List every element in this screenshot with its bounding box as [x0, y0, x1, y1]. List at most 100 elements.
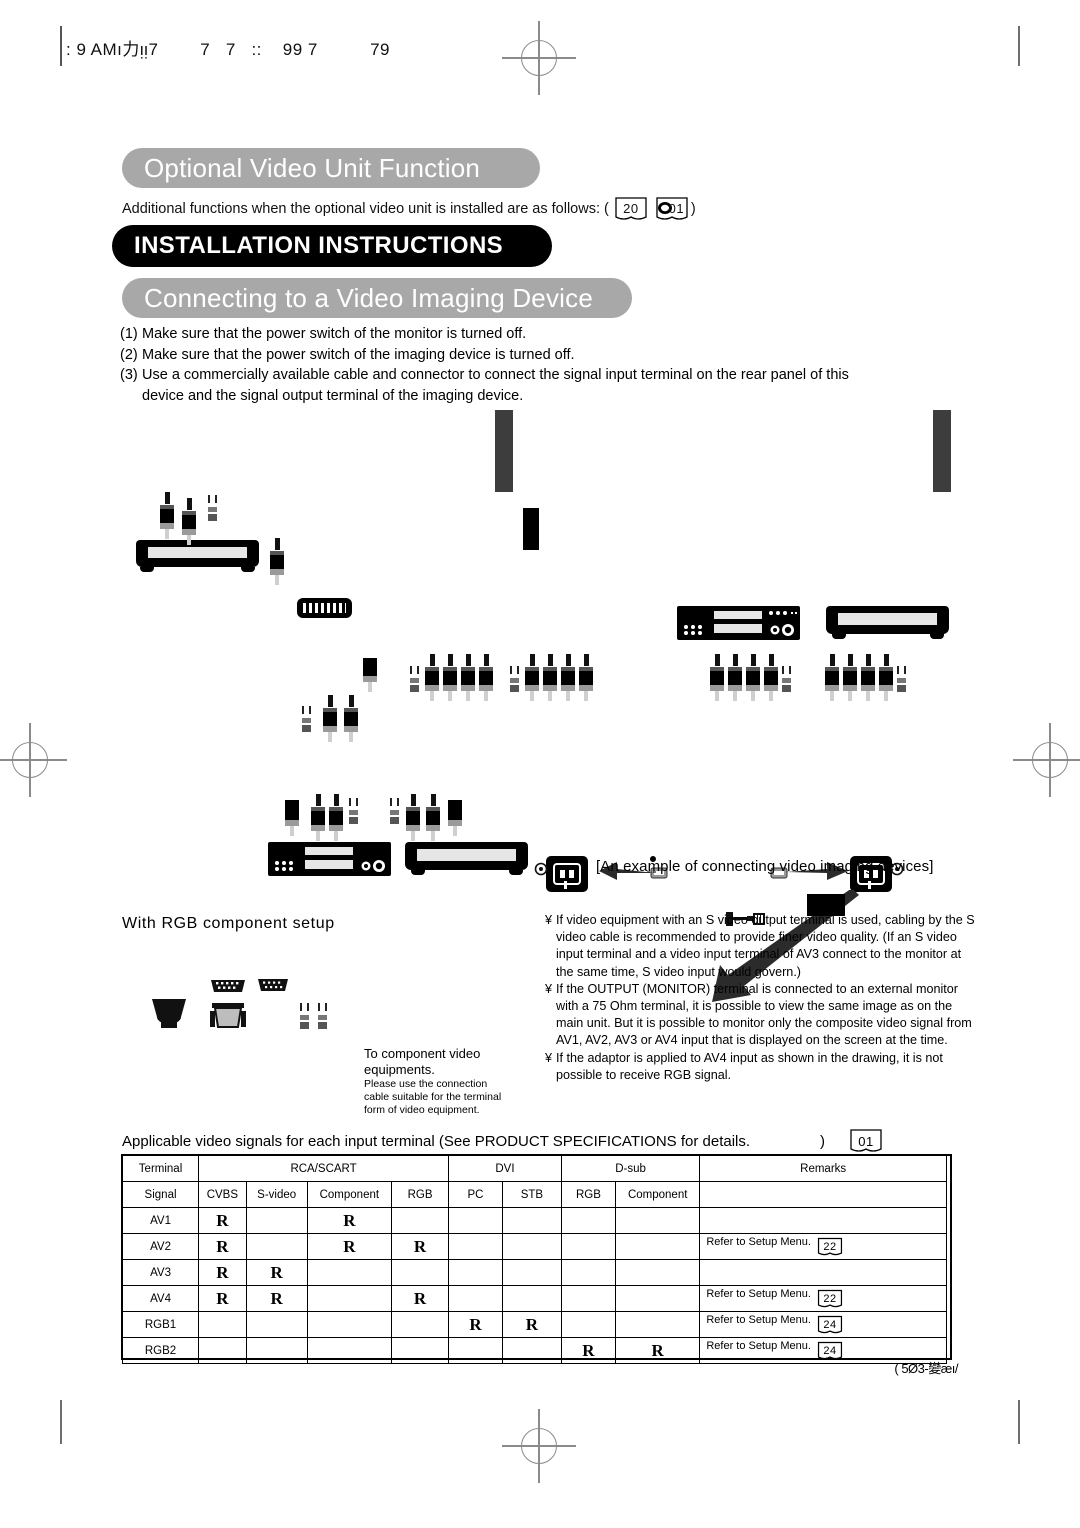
scart-jack [410, 666, 419, 692]
player-cassette-slot [417, 849, 516, 861]
th-rgb-rca: RGB [390, 1181, 450, 1208]
cell-remark: Refer to Setup Menu. 22 [699, 1233, 947, 1260]
deck-display-panel [714, 611, 762, 619]
deck-display-panel [305, 847, 353, 855]
plug-tail [328, 732, 332, 742]
rca-plug [543, 654, 557, 701]
cell-cvbs: R [198, 1285, 247, 1312]
plug-tip [829, 654, 835, 666]
rca-plug [561, 654, 575, 701]
rca-plug [311, 794, 325, 841]
cell-rgb-rca: R [390, 1285, 450, 1312]
jack-mid [410, 678, 419, 683]
s-terminal-inner [553, 863, 581, 885]
note-bullet: ¥ [545, 981, 553, 996]
cell-component-rca: R [306, 1233, 393, 1260]
plug-tail [751, 691, 755, 701]
table-row: RGB2 R R Refer to Setup Menu. 24 [121, 1337, 947, 1364]
plug-tip [333, 794, 339, 806]
table-sub-header-row: Signal CVBS S-video Component RGB PC STB… [121, 1181, 947, 1208]
cell-rgb-rca: R [390, 1233, 450, 1260]
cell-rgb-rca [390, 1259, 450, 1286]
component-note-line5: form of video equipment. [364, 1104, 480, 1117]
plug-body [426, 811, 440, 825]
cell-stb [501, 1285, 562, 1312]
rca-plug [525, 654, 539, 701]
banner-connecting-label: Connecting to a Video Imaging Device [144, 282, 593, 313]
th-pc: PC [448, 1181, 503, 1208]
plug-body [363, 658, 377, 676]
deck-knob [361, 860, 385, 872]
cell-rgb-dsub [560, 1207, 617, 1234]
d-sub-connector-icon [210, 980, 246, 1028]
rca-plug [344, 695, 358, 742]
page-ref-book-icon-2: 01 [655, 196, 689, 222]
cell-s-video [245, 1337, 308, 1364]
player-foot-left [832, 634, 846, 639]
scart-jack [349, 798, 358, 824]
plug-tip [883, 654, 889, 666]
plug-tip [274, 538, 280, 550]
jack-mid [300, 1015, 309, 1020]
jack-mid [349, 810, 358, 815]
rca-plug [270, 538, 284, 585]
manual-page: : 9 AMı力ᴉᴉ7 7 7 :: 99 7 79 Optional Vide… [0, 0, 1080, 1528]
plug-tail [334, 831, 338, 841]
cell-stb [501, 1233, 562, 1260]
scart-jack [300, 1003, 309, 1029]
remark-page-ref: 24 [817, 1315, 843, 1335]
component-note-line1: To component video [364, 1046, 481, 1061]
note-bullet: ¥ [545, 913, 553, 927]
row-terminal: AV2 [121, 1233, 200, 1260]
rca-plug-barrel [285, 800, 299, 836]
cell-pc [448, 1207, 503, 1234]
scart-jack [897, 666, 906, 692]
note-bullet: ¥ [545, 1050, 553, 1065]
remark-text: Refer to Setup Menu. [706, 1340, 811, 1352]
plug-body [425, 671, 439, 685]
cell-cvbs: R [198, 1259, 247, 1286]
cell-component-dsub [615, 1207, 701, 1234]
cell-cvbs: R [198, 1207, 247, 1234]
rca-plug [746, 654, 760, 701]
scan-header-text: : 9 AMı力ᴉᴉ7 7 7 :: 99 7 79 [66, 39, 391, 59]
jack-bottom [349, 817, 358, 824]
rgb-connector-icons [140, 975, 390, 1045]
rca-plug [426, 794, 440, 841]
plug-body [406, 811, 420, 825]
rca-plug [443, 654, 457, 701]
table-row: AV2 R R R Refer to Setup Menu. 22 [121, 1233, 947, 1260]
remark-ref-number: 22 [823, 1293, 837, 1305]
scart-connector [297, 598, 352, 618]
step-continuation: device and the signal output terminal of… [142, 387, 524, 404]
cell-component-rca: R [306, 1207, 393, 1234]
cell-pc [448, 1337, 503, 1364]
page-ref-01: 01 [668, 201, 685, 216]
plug-body [448, 800, 462, 820]
plug-tail [290, 826, 294, 836]
remark-ref-number: 24 [823, 1345, 837, 1357]
cell-cvbs: R [198, 1233, 247, 1260]
scart-jack [302, 706, 311, 732]
s-terminal-pin-3 [564, 881, 567, 889]
plug-tip [547, 654, 553, 666]
scart-jack [782, 666, 791, 692]
plug-tip [447, 654, 453, 666]
s-terminal-pin-1 [560, 870, 565, 878]
registration-mark-bottom [502, 1409, 576, 1483]
rca-plug-barrel [363, 658, 377, 692]
rca-plug [879, 654, 893, 701]
plug-tip [429, 654, 435, 666]
plug-tail [466, 691, 470, 701]
plug-tail [530, 691, 534, 701]
component-note-line2: equipments. [364, 1062, 435, 1077]
jack-top [410, 666, 419, 674]
jack-top [510, 666, 519, 674]
monitor-left-edge [495, 410, 513, 492]
rca-plug [182, 498, 196, 545]
cell-component-dsub [615, 1233, 701, 1260]
registration-mark-top [502, 21, 576, 95]
rca-plug [710, 654, 724, 701]
jack-top [300, 1003, 309, 1011]
jack-bottom [782, 685, 791, 692]
